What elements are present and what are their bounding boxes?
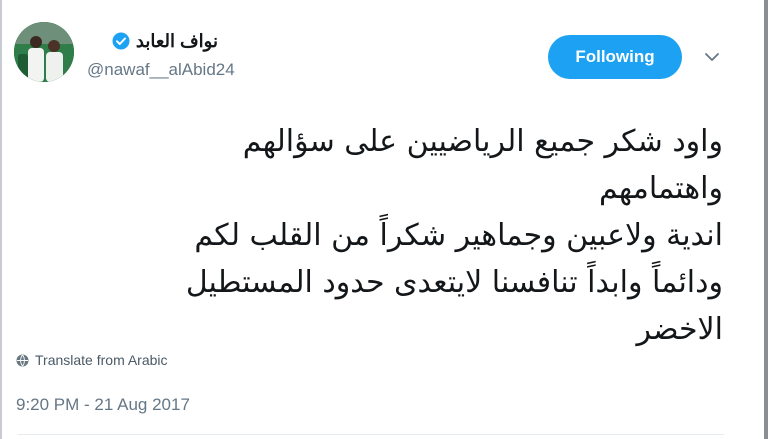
profile-photo-icon: [14, 22, 74, 82]
tweet-line: واود شكر جميع الرياضيين على سؤالهم: [242, 124, 723, 159]
translate-label[interactable]: Translate from Arabic: [35, 352, 168, 368]
avatar[interactable]: [14, 22, 74, 82]
tweet-line: اندية ولاعبين وجماهير شكراً من القلب لكم: [194, 218, 723, 253]
username[interactable]: @nawaf__alAbid24: [87, 60, 235, 80]
tweet-line: الاخضر: [636, 312, 723, 347]
chevron-down-icon[interactable]: [703, 50, 721, 64]
divider: [18, 434, 724, 435]
tweet-line: ودائماً وابداً تنافسنا لايتعدى حدود المس…: [185, 265, 723, 300]
window-left-border: [0, 0, 2, 439]
tweet-timestamp[interactable]: 9:20 PM - 21 Aug 2017: [16, 395, 190, 415]
tweet-line: واهتمامهم: [598, 171, 723, 206]
tweet-text: واود شكر جميع الرياضيين على سؤالهم واهتم…: [84, 118, 723, 353]
globe-icon: [16, 354, 29, 367]
window-right-border: [764, 0, 768, 439]
display-name-row[interactable]: نواف العابد: [86, 28, 218, 54]
following-button[interactable]: Following: [548, 35, 682, 79]
translate-link[interactable]: Translate from Arabic: [16, 352, 168, 368]
display-name[interactable]: نواف العابد: [136, 31, 218, 52]
verified-badge-icon: [112, 32, 130, 50]
